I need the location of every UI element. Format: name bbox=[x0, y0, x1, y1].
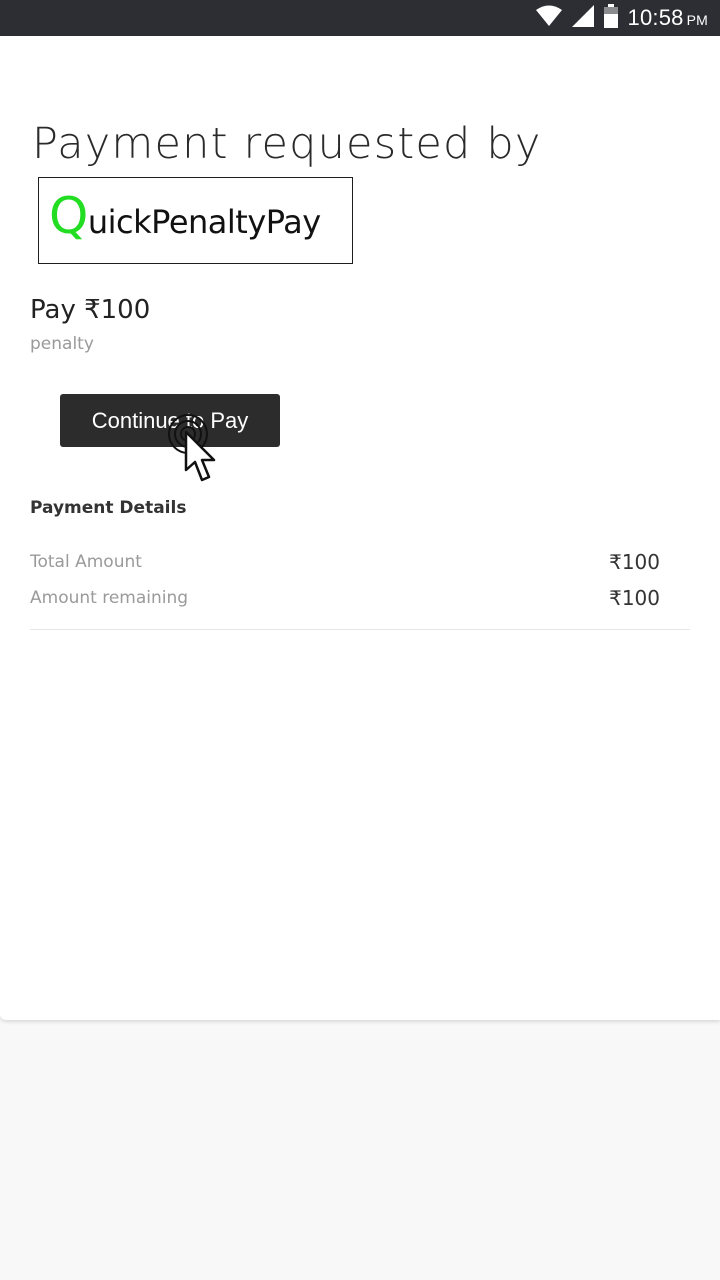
detail-label: Total Amount bbox=[30, 552, 142, 572]
detail-value: ₹100 bbox=[609, 586, 660, 610]
detail-row-remaining: Amount remaining ₹100 bbox=[30, 586, 660, 616]
payment-purpose: penalty bbox=[30, 334, 94, 354]
merchant-logo-text: QuickPenaltyPay bbox=[49, 186, 321, 252]
battery-icon bbox=[603, 3, 618, 33]
page-title: Payment requested by bbox=[32, 119, 542, 169]
payment-card: Payment requested by QuickPenaltyPay Pay… bbox=[0, 36, 720, 1020]
tap-pointer-icon bbox=[168, 414, 216, 482]
clock-time: 10:58 bbox=[627, 5, 684, 30]
status-icons: 10:58 PM bbox=[535, 0, 708, 36]
cell-signal-icon bbox=[571, 4, 594, 32]
wifi-icon bbox=[535, 5, 562, 32]
payment-details-title: Payment Details bbox=[30, 498, 187, 518]
detail-label: Amount remaining bbox=[30, 588, 189, 608]
logo-rest: uickPenaltyPay bbox=[87, 203, 321, 241]
divider bbox=[30, 629, 690, 630]
pay-amount: Pay ₹100 bbox=[30, 295, 151, 325]
status-clock: 10:58 PM bbox=[628, 5, 708, 31]
status-bar: 10:58 PM bbox=[0, 0, 720, 36]
clock-ampm: PM bbox=[686, 12, 708, 28]
detail-row-total: Total Amount ₹100 bbox=[30, 550, 660, 580]
merchant-logo: QuickPenaltyPay bbox=[38, 177, 353, 264]
logo-initial: Q bbox=[49, 187, 88, 245]
detail-value: ₹100 bbox=[609, 550, 660, 574]
